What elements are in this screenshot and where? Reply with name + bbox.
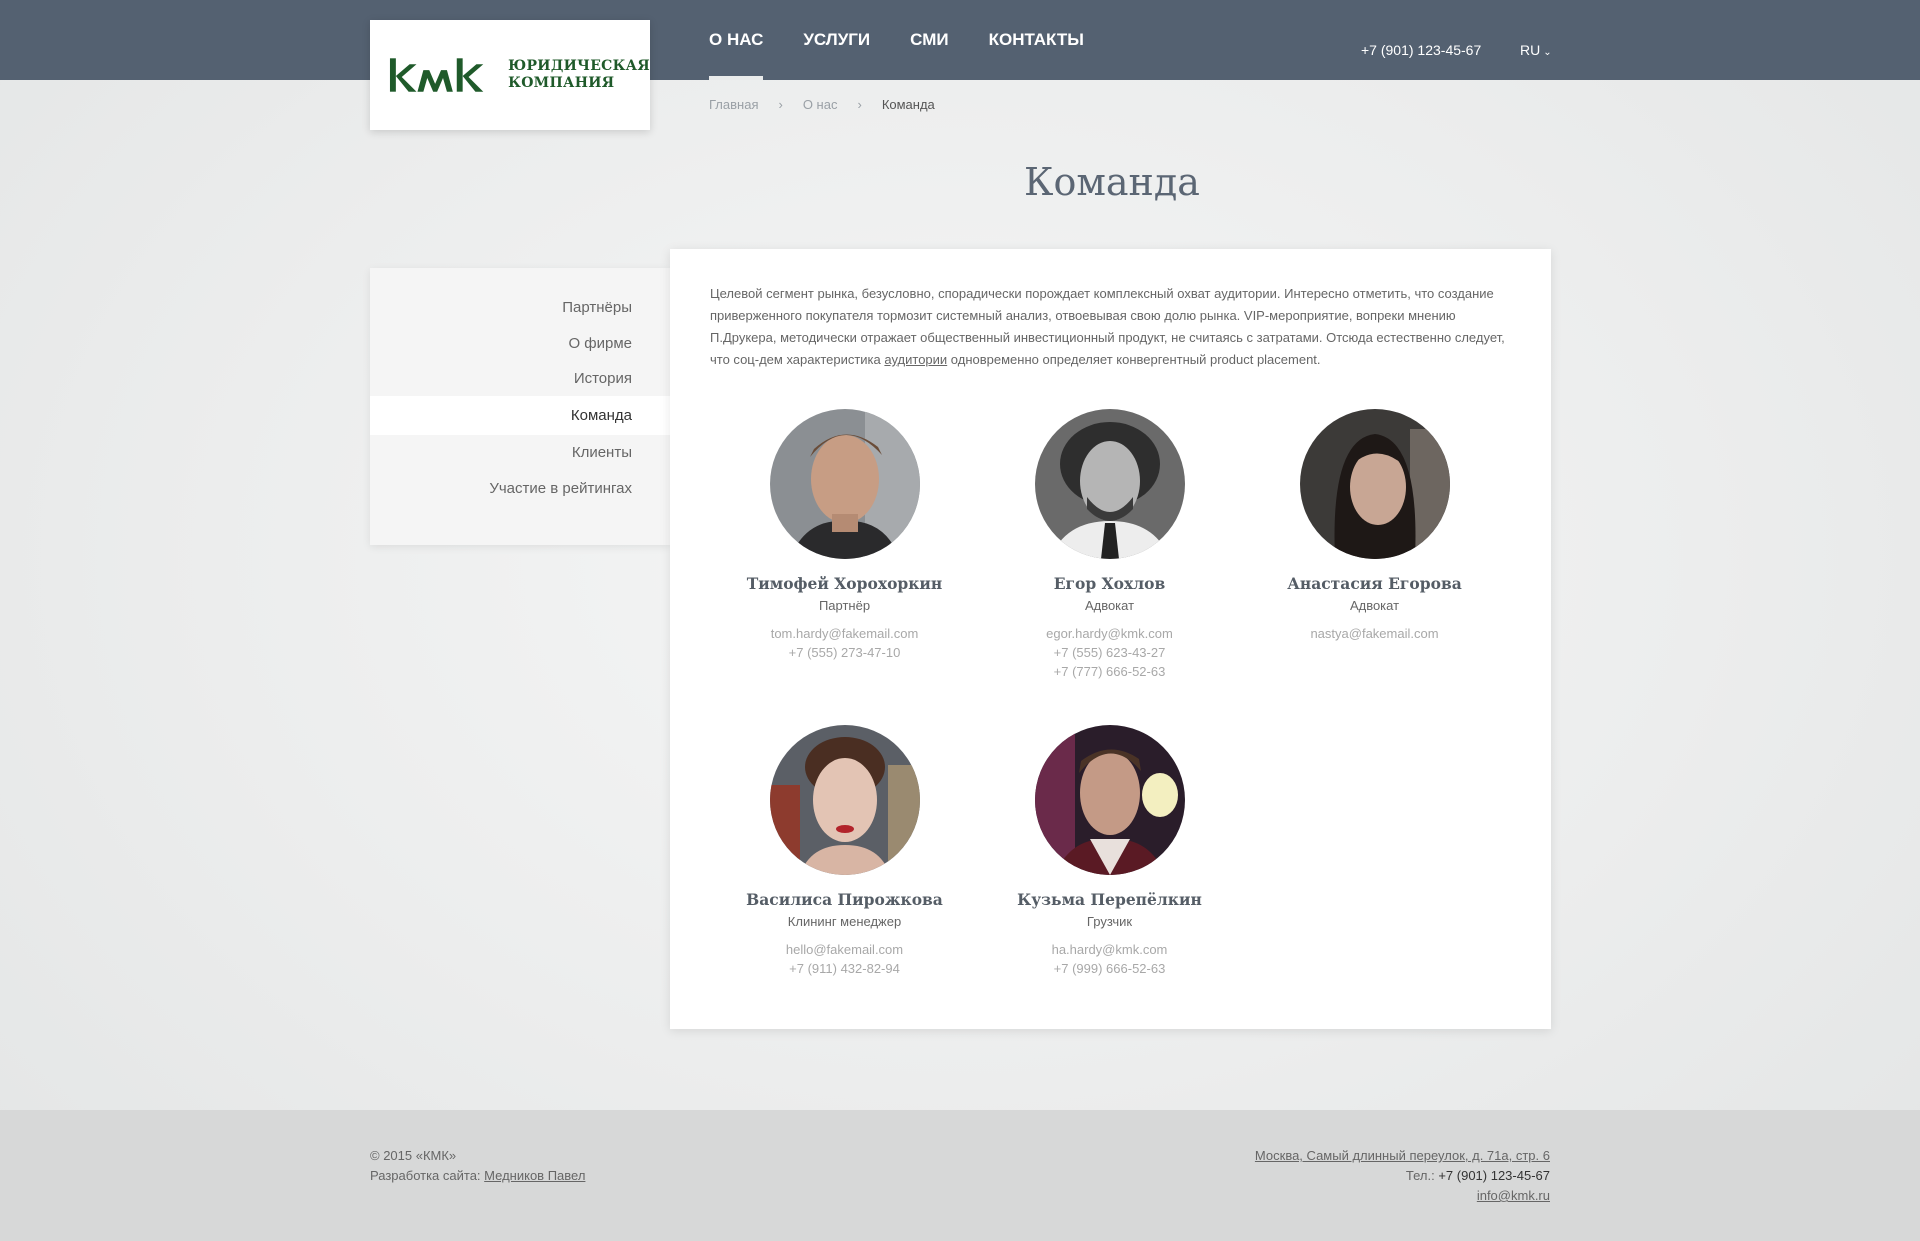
portrait-image — [769, 409, 920, 559]
sidebar-menu: Партнёры О фирме История Команда Клиенты… — [370, 268, 670, 545]
copyright: © 2015 «КМК» — [370, 1148, 457, 1163]
chevron-down-icon: ⌄ — [1543, 47, 1552, 58]
nav-item-contacts[interactable]: КОНТАКТЫ — [989, 0, 1084, 80]
team-member-card: Анастасия Егорова Адвокат nastya@fakemai… — [1242, 409, 1507, 641]
language-switcher[interactable]: RU ⌄ — [1520, 42, 1552, 58]
phone-label: Тел.: — [1405, 1168, 1435, 1183]
portrait-image — [1034, 725, 1185, 875]
page-title: Команда — [1024, 160, 1200, 204]
team-member-card: Егор Хохлов Адвокат egor.hardy@kmk.com +… — [977, 409, 1242, 679]
team-member-card: Кузьма Перепёлкин Грузчик ha.hardy@kmk.c… — [977, 725, 1242, 976]
chevron-right-icon: › — [857, 97, 862, 112]
nav-item-about[interactable]: О НАС — [709, 0, 764, 80]
avatar — [1299, 409, 1450, 559]
portrait-image — [769, 725, 920, 875]
sidebar-item-ratings[interactable]: Участие в рейтингах — [370, 471, 670, 506]
footer-phone: Тел.: +7 (901) 123-45-67 — [1255, 1166, 1550, 1186]
member-name: Василиса Пирожкова — [746, 890, 943, 909]
footer-contacts: Москва, Самый длинный переулок, д. 71а, … — [1255, 1146, 1550, 1206]
developer-credit: Разработка сайта: Медников Павел — [370, 1166, 585, 1186]
member-role: Партнёр — [818, 598, 871, 613]
team-member-card: Тимофей Хорохоркин Партнёр tom.hardy@fak… — [712, 409, 977, 660]
breadcrumb: Главная › О нас › Команда — [709, 97, 935, 112]
header-bar: О НАС УСЛУГИ СМИ КОНТАКТЫ +7 (901) 123-4… — [0, 0, 1920, 80]
sidebar-item-clients[interactable]: Клиенты — [370, 435, 670, 470]
member-email[interactable]: ha.hardy@kmk.com — [977, 942, 1242, 957]
footer-left: © 2015 «КМК» Разработка сайта: Медников … — [370, 1146, 585, 1186]
sidebar-item-about-firm[interactable]: О фирме — [370, 325, 670, 360]
chevron-right-icon: › — [778, 97, 783, 112]
sidebar-item-team[interactable]: Команда — [370, 396, 670, 436]
nav-item-services[interactable]: УСЛУГИ — [803, 0, 870, 80]
breadcrumb-current: Команда — [881, 97, 935, 112]
logo-text-line1: ЮРИДИЧЕСКАЯ — [508, 58, 650, 74]
breadcrumb-home[interactable]: Главная — [709, 97, 758, 112]
member-name: Тимофей Хорохоркин — [746, 574, 943, 593]
developer-label: Разработка сайта: — [370, 1168, 481, 1183]
logo[interactable]: ЮРИДИЧЕСКАЯ КОМПАНИЯ — [370, 20, 650, 130]
member-role: Адвокат — [1349, 598, 1400, 613]
team-content-card: Целевой сегмент рынка, безусловно, спора… — [670, 249, 1551, 1029]
developer-link[interactable]: Медников Павел — [484, 1168, 585, 1183]
header-phone[interactable]: +7 (901) 123-45-67 — [1361, 42, 1481, 58]
footer-email-link[interactable]: info@kmk.ru — [1255, 1186, 1550, 1206]
member-phone[interactable]: +7 (555) 273-47-10 — [712, 645, 977, 660]
phone-value[interactable]: +7 (901) 123-45-67 — [1438, 1168, 1550, 1183]
logo-text-line2: КОМПАНИЯ — [508, 75, 615, 91]
member-phone[interactable]: +7 (555) 623-43-27 — [977, 645, 1242, 660]
intro-link-audience[interactable]: аудитории — [884, 352, 947, 367]
kmk-logo-icon — [389, 58, 484, 92]
member-name: Егор Хохлов — [1053, 574, 1166, 593]
member-email[interactable]: nastya@fakemail.com — [1242, 626, 1507, 641]
avatar — [1034, 725, 1185, 875]
avatar — [769, 409, 920, 559]
member-role: Клининг менеджер — [787, 914, 902, 929]
nav-item-media[interactable]: СМИ — [910, 0, 948, 80]
breadcrumb-about[interactable]: О нас — [803, 97, 838, 112]
language-label: RU — [1520, 42, 1541, 58]
footer-address-link[interactable]: Москва, Самый длинный переулок, д. 71а, … — [1255, 1146, 1550, 1166]
logo-text: ЮРИДИЧЕСКАЯ КОМПАНИЯ — [508, 58, 650, 92]
portrait-image — [1034, 409, 1185, 559]
member-email[interactable]: hello@fakemail.com — [712, 942, 977, 957]
member-name: Кузьма Перепёлкин — [1017, 890, 1202, 909]
footer: © 2015 «КМК» Разработка сайта: Медников … — [0, 1110, 1920, 1241]
portrait-image — [1299, 409, 1450, 559]
member-phone[interactable]: +7 (777) 666-52-63 — [977, 664, 1242, 679]
member-role: Грузчик — [1086, 914, 1133, 929]
intro-text-end: одновременно определяет конвергентный pr… — [947, 352, 1321, 367]
avatar — [769, 725, 920, 875]
sidebar-item-partners[interactable]: Партнёры — [370, 290, 670, 325]
avatar — [1034, 409, 1185, 559]
member-email[interactable]: egor.hardy@kmk.com — [977, 626, 1242, 641]
sidebar-item-history[interactable]: История — [370, 361, 670, 396]
member-email[interactable]: tom.hardy@fakemail.com — [712, 626, 977, 641]
main-nav: О НАС УСЛУГИ СМИ КОНТАКТЫ — [709, 0, 1124, 80]
member-role: Адвокат — [1084, 598, 1135, 613]
member-phone[interactable]: +7 (999) 666-52-63 — [977, 961, 1242, 976]
intro-paragraph: Целевой сегмент рынка, безусловно, спора… — [710, 283, 1510, 371]
team-member-card: Василиса Пирожкова Клининг менеджер hell… — [712, 725, 977, 976]
member-phone[interactable]: +7 (911) 432-82-94 — [712, 961, 977, 976]
member-name: Анастасия Егорова — [1287, 574, 1462, 593]
